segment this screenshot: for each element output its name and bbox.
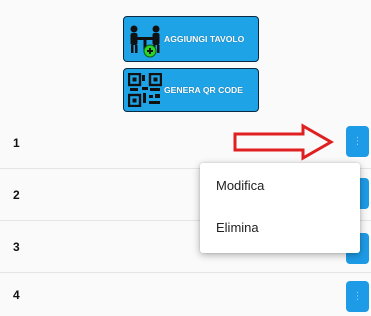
- row-number: 2: [13, 187, 20, 202]
- add-table-icon: [130, 25, 160, 58]
- generate-qr-button[interactable]: GENERA QR CODE: [123, 68, 259, 112]
- row-number: 3: [13, 239, 20, 254]
- vertical-dots-icon: ⋮: [352, 290, 363, 302]
- row-number: 4: [13, 287, 20, 302]
- generate-qr-label: GENERA QR CODE: [164, 85, 243, 95]
- menu-item-modifica[interactable]: Modifica: [216, 178, 264, 193]
- menu-item-elimina[interactable]: Elimina: [216, 220, 259, 235]
- table-row: 4 ⋮: [0, 273, 371, 316]
- row-menu-button[interactable]: ⋮: [346, 126, 369, 157]
- vertical-dots-icon: ⋮: [352, 135, 363, 147]
- row-number: 1: [13, 135, 20, 150]
- add-table-button[interactable]: AGGIUNGI TAVOLO: [123, 16, 259, 62]
- add-table-label: AGGIUNGI TAVOLO: [164, 34, 245, 44]
- row-menu-button[interactable]: ⋮: [346, 281, 369, 312]
- context-menu: Modifica Elimina: [200, 163, 360, 253]
- qr-code-icon: [128, 73, 162, 107]
- red-arrow-annotation: [233, 123, 335, 161]
